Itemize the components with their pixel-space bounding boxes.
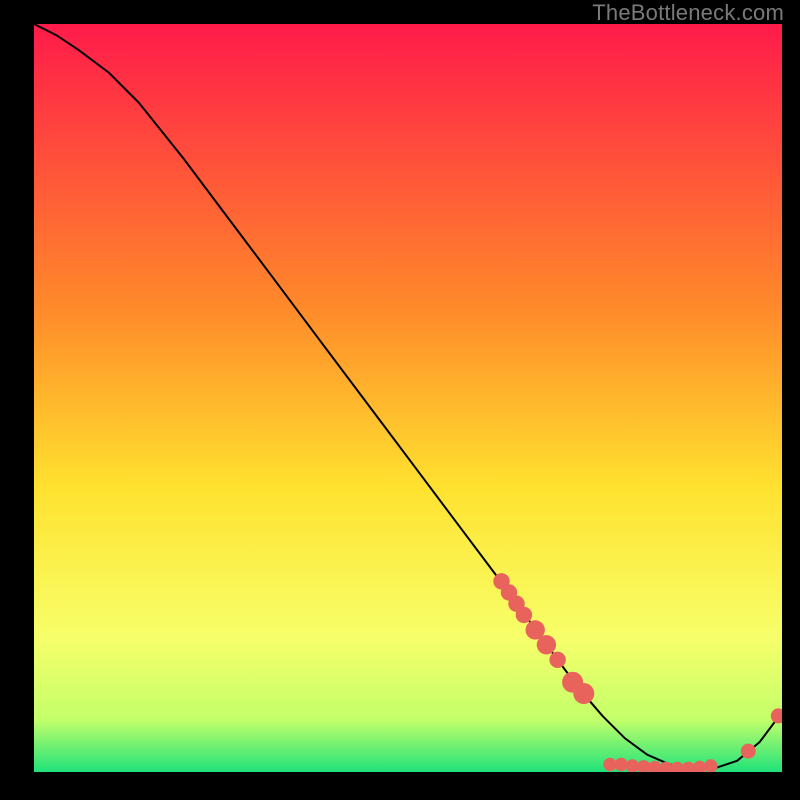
gradient-background — [34, 24, 782, 772]
bottleneck-chart — [34, 24, 782, 772]
data-marker — [516, 607, 532, 623]
data-marker — [537, 635, 556, 654]
chart-frame — [34, 24, 782, 772]
data-marker — [741, 744, 756, 759]
data-marker — [573, 683, 594, 704]
watermark-text: TheBottleneck.com — [592, 0, 784, 26]
data-marker — [549, 652, 565, 668]
